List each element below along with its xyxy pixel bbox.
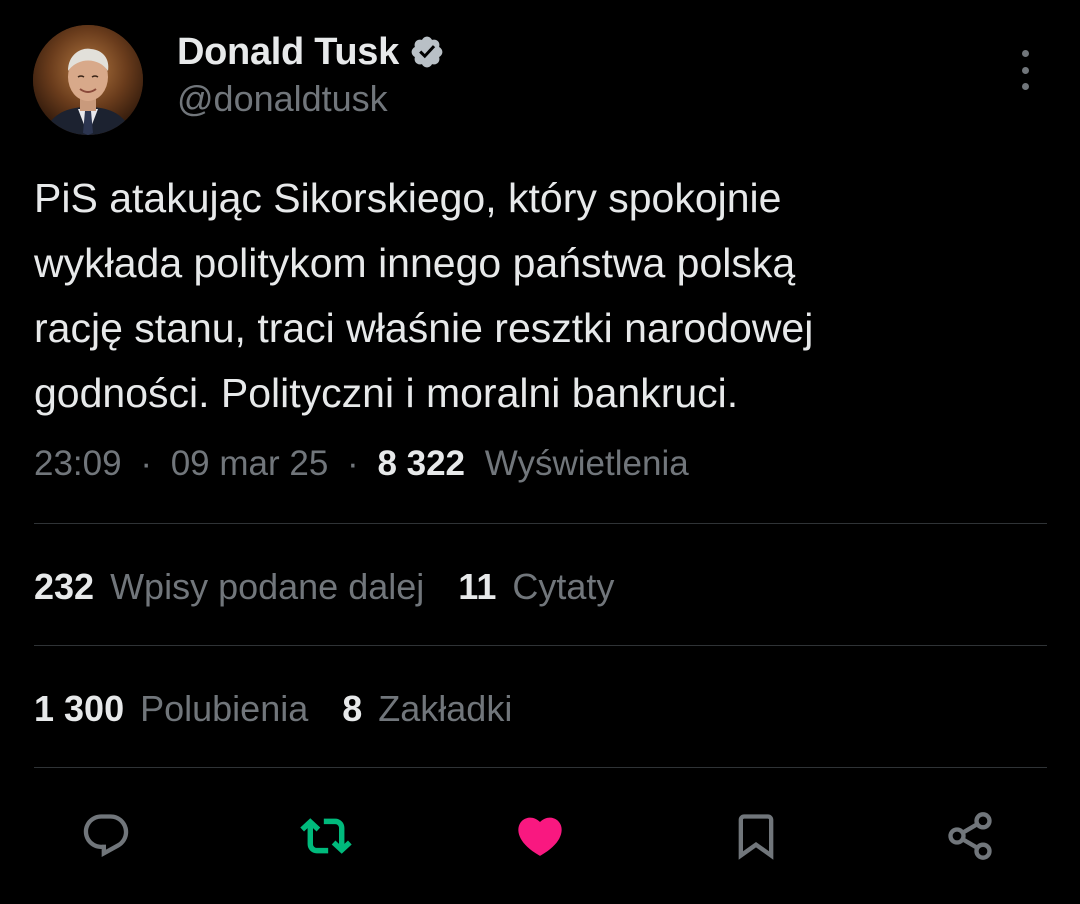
reply-icon [83,814,129,858]
avatar-image [33,25,143,135]
quotes-count: 11 [458,566,497,607]
divider [34,523,1047,524]
author-name-row: Donald Tusk [177,30,445,74]
share-button[interactable] [942,808,998,864]
verified-badge-icon[interactable] [409,34,445,70]
reply-button[interactable] [78,808,134,864]
avatar[interactable] [33,25,143,135]
reposts-label: Wpisy podane dalej [110,566,425,607]
bookmark-icon [738,814,774,860]
tweet-date[interactable]: 09 mar 25 [171,444,329,483]
stats-row-likes: 1 300 Polubienia 8 Zakładki [34,688,546,730]
like-button[interactable] [512,808,568,864]
meta-separator: · [347,444,359,483]
bookmarks-count: 8 [342,688,363,729]
heart-icon [518,817,562,856]
tweet-text: PiS atakując Sikorskiego, który spokojni… [34,175,814,416]
meta-separator: · [140,444,152,483]
author-handle[interactable]: @donaldtusk [177,78,388,120]
tweet: Donald Tusk @donaldtusk PiS atakując Sik… [0,0,1080,904]
divider [34,645,1047,646]
tweet-meta: 23:09 · 09 mar 25 · 8 322 Wyświetlenia [34,444,689,484]
bookmarks-label: Zakładki [378,688,513,729]
views-label: Wyświetlenia [484,444,689,483]
share-icon [948,812,992,860]
views-count: 8 322 [377,444,466,483]
likes-label: Polubienia [140,688,309,729]
repost-icon [300,818,352,854]
quotes-stat[interactable]: 11 Cytaty [458,566,614,608]
more-options-icon[interactable] [1010,50,1040,90]
bookmarks-stat[interactable]: 8 Zakładki [342,688,512,730]
tweet-time[interactable]: 23:09 [34,444,122,483]
author-display-name[interactable]: Donald Tusk [177,31,399,74]
stats-row-reposts: 232 Wpisy podane dalej 11 Cytaty [34,566,648,608]
divider [34,767,1047,768]
likes-count: 1 300 [34,688,125,729]
bookmark-button[interactable] [728,808,784,864]
repost-button[interactable] [298,808,354,864]
reposts-stat[interactable]: 232 Wpisy podane dalej [34,566,424,608]
likes-stat[interactable]: 1 300 Polubienia [34,688,308,730]
quotes-label: Cytaty [512,566,615,607]
reposts-count: 232 [34,566,95,607]
